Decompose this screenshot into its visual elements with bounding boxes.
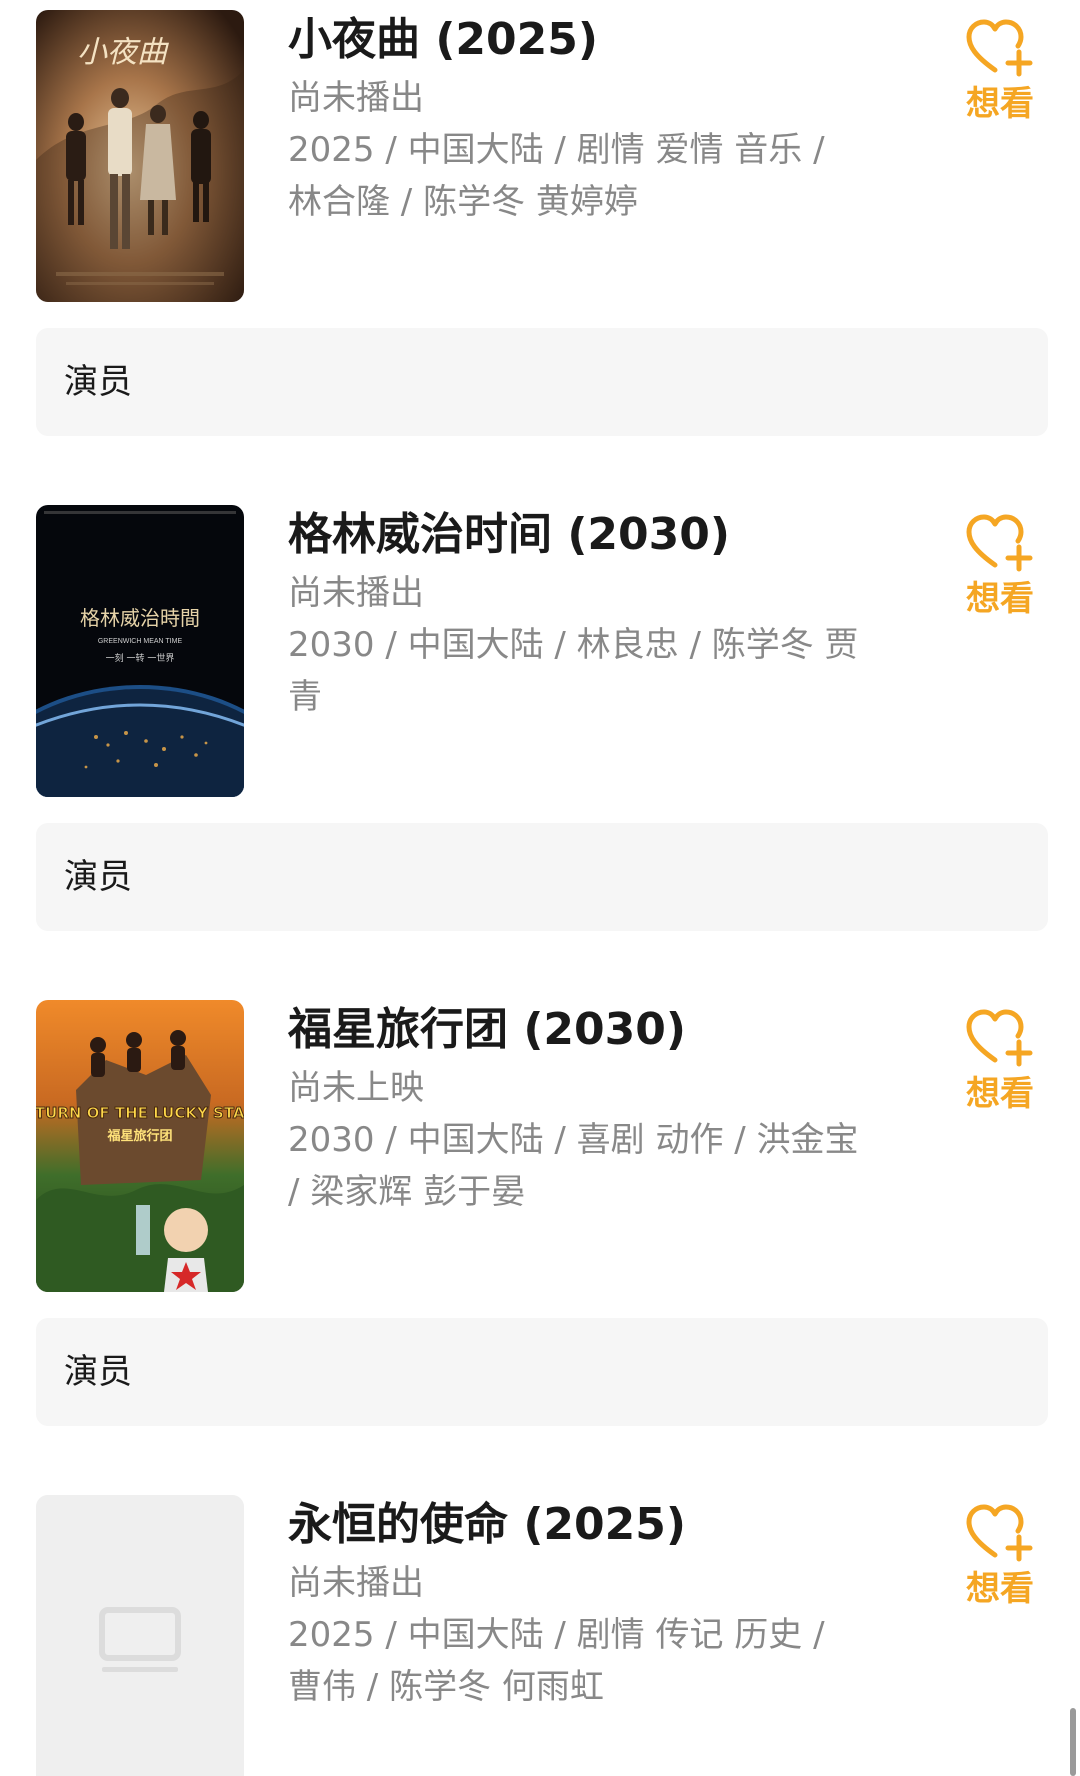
movie-info: 小夜曲 (2025) 尚未播出 2025 / 中国大陆 / 剧情 爱情 音乐 /… [288,8,868,228]
movie-poster[interactable]: RETURN OF THE LUCKY STARS 福星旅行团 [36,1000,244,1292]
movie-title[interactable]: 小夜曲 (2025) [288,8,868,72]
want-to-watch-button[interactable]: 想看 [960,513,1040,619]
poster-subtitle-text: GREENWICH MEAN TIME [98,638,183,645]
movie-title[interactable]: 永恒的使命 (2025) [288,1493,868,1557]
release-status: 尚未上映 [288,1068,424,1108]
search-results-list: 小夜曲 小夜曲 (2025) 尚未播出 2025 / 中国大陆 / 剧情 爱情 … [0,0,1080,1776]
heart-plus-icon [966,19,1033,77]
want-to-watch-button[interactable]: 想看 [960,1503,1040,1609]
heart-plus-icon [966,1504,1033,1562]
movie-card[interactable]: RETURN OF THE LUCKY STARS 福星旅行团 福星旅行团 (2… [0,990,1080,1292]
movie-card[interactable]: 格林威治時間 GREENWICH MEAN TIME 一刻 一转 一世界 格林威… [0,495,1080,797]
want-label: 想看 [966,84,1034,124]
release-status: 尚未播出 [288,78,424,118]
role-label: 演员 [64,362,132,402]
movie-meta: 2025 / 中国大陆 / 剧情 传记 历史 / 曹伟 / 陈学冬 何雨虹 [288,1615,825,1707]
want-label: 想看 [966,1569,1034,1609]
movie-info: 格林威治时间 (2030) 尚未播出 2030 / 中国大陆 / 林良忠 / 陈… [288,503,868,723]
poster-title-text: RETURN OF THE LUCKY STARS [36,1104,244,1122]
poster-title-text: 格林威治時間 [80,606,200,630]
movie-meta: 2030 / 中国大陆 / 林良忠 / 陈学冬 贾青 [288,625,859,717]
release-status: 尚未播出 [288,573,424,613]
poster-tagline-text: 一刻 一转 一世界 [106,652,175,664]
poster-subtitle-text: 福星旅行团 [106,1128,172,1144]
movie-card[interactable]: 小夜曲 小夜曲 (2025) 尚未播出 2025 / 中国大陆 / 剧情 爱情 … [0,0,1080,302]
movie-title[interactable]: 福星旅行团 (2030) [288,998,868,1062]
role-bar: 演员 [36,1318,1048,1426]
role-bar: 演员 [36,823,1048,931]
role-label: 演员 [64,857,132,897]
scrollbar-thumb[interactable] [1070,1708,1076,1776]
movie-meta: 2025 / 中国大陆 / 剧情 爱情 音乐 / 林合隆 / 陈学冬 黄婷婷 [288,130,825,222]
movie-poster-placeholder[interactable] [36,1495,244,1776]
heart-plus-icon [966,1009,1033,1067]
poster-title-text: 小夜曲 [77,36,169,69]
movie-title[interactable]: 格林威治时间 (2030) [288,503,868,567]
movie-info: 永恒的使命 (2025) 尚未播出 2025 / 中国大陆 / 剧情 传记 历史… [288,1493,868,1713]
movie-poster[interactable]: 小夜曲 [36,10,244,302]
release-status: 尚未播出 [288,1563,424,1603]
role-label: 演员 [64,1352,132,1392]
want-to-watch-button[interactable]: 想看 [960,18,1040,124]
movie-card[interactable]: 永恒的使命 (2025) 尚未播出 2025 / 中国大陆 / 剧情 传记 历史… [0,1485,1080,1776]
movie-meta: 2030 / 中国大陆 / 喜剧 动作 / 洪金宝 / 梁家辉 彭于晏 [288,1120,859,1212]
role-bar: 演员 [36,328,1048,436]
movie-poster[interactable]: 格林威治時間 GREENWICH MEAN TIME 一刻 一转 一世界 [36,505,244,797]
want-label: 想看 [966,1074,1034,1114]
movie-info: 福星旅行团 (2030) 尚未上映 2030 / 中国大陆 / 喜剧 动作 / … [288,998,868,1218]
want-label: 想看 [966,579,1034,619]
heart-plus-icon [966,514,1033,572]
want-to-watch-button[interactable]: 想看 [960,1008,1040,1114]
